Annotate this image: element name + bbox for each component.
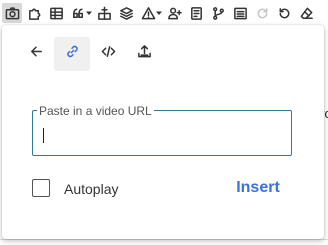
eraser-icon[interactable] (296, 3, 316, 23)
link-icon (65, 44, 80, 64)
redo-icon[interactable] (252, 3, 272, 23)
tab-upload[interactable] (126, 37, 162, 71)
video-url-field[interactable]: Paste in a video URL (32, 104, 292, 156)
back-button[interactable] (18, 37, 54, 71)
tab-embed-code[interactable] (90, 37, 126, 71)
person-icon[interactable] (164, 3, 184, 23)
popup-tab-bar (18, 37, 162, 71)
warning-dropdown-caret-icon[interactable] (156, 3, 162, 23)
tab-link[interactable] (54, 37, 90, 71)
book-icon[interactable] (186, 3, 206, 23)
background-divider (0, 239, 328, 240)
branch-icon[interactable] (208, 3, 228, 23)
insert-block-icon[interactable] (94, 3, 114, 23)
autoplay-label: Autoplay (64, 181, 119, 197)
list-icon[interactable] (230, 3, 250, 23)
quote-icon[interactable] (68, 3, 88, 23)
insert-button[interactable]: Insert (230, 177, 286, 199)
table-icon[interactable] (46, 3, 66, 23)
autoplay-checkbox[interactable] (32, 179, 50, 197)
quote-dropdown-caret-icon[interactable] (86, 3, 92, 23)
video-url-input[interactable] (43, 125, 283, 145)
insert-video-popup: Paste in a video URL Autoplay Insert (2, 25, 324, 239)
code-icon (101, 44, 116, 64)
upload-icon (137, 44, 152, 64)
camera-icon[interactable] (2, 3, 22, 23)
undo-icon[interactable] (274, 3, 294, 23)
arrow-left-icon (29, 44, 44, 64)
layers-icon[interactable] (116, 3, 136, 23)
video-url-label: Paste in a video URL (37, 104, 154, 118)
warning-icon[interactable] (138, 3, 158, 23)
editor-toolbar (0, 0, 328, 26)
puzzle-icon[interactable] (24, 3, 44, 23)
